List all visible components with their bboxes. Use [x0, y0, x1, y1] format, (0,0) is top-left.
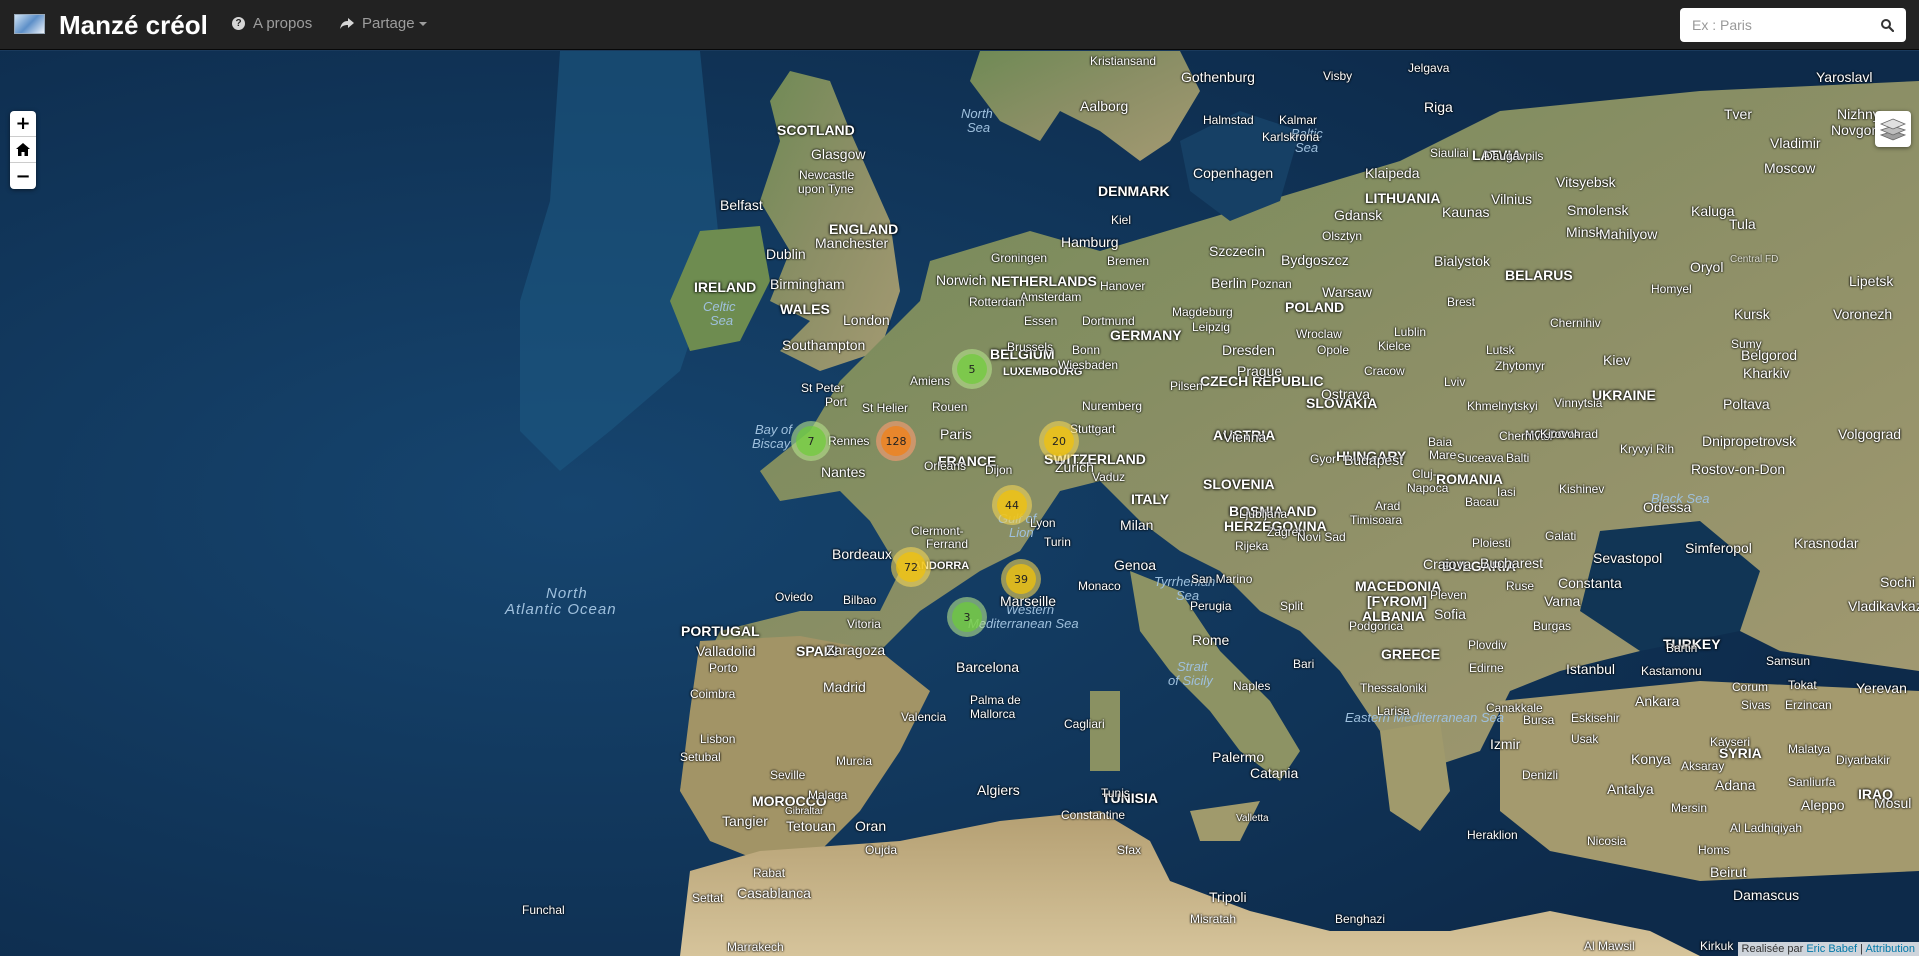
zoom-in-button[interactable]: + [10, 111, 36, 137]
search-button[interactable] [1870, 9, 1904, 41]
app-title[interactable]: Manzé créol [59, 10, 208, 41]
home-button[interactable] [10, 137, 36, 163]
cluster-count: 39 [1006, 564, 1036, 594]
author-link[interactable]: Eric Babef [1806, 943, 1857, 955]
attribution-prefix: Realisée par [1741, 943, 1804, 955]
cluster-count: 3 [952, 602, 982, 632]
marker-cluster[interactable]: 72 [891, 547, 931, 587]
cluster-count: 20 [1044, 426, 1074, 456]
search-box [1680, 8, 1906, 42]
nav-share-dropdown[interactable]: Partage [340, 15, 427, 32]
nav-about-label: A propos [253, 15, 313, 32]
marker-cluster[interactable]: 3 [947, 597, 987, 637]
layers-icon [1880, 118, 1906, 141]
question-circle-icon: ? [232, 17, 245, 30]
marker-cluster[interactable]: 39 [1001, 559, 1041, 599]
cluster-count: 7 [796, 426, 826, 456]
cluster-count: 5 [957, 354, 987, 384]
map-view[interactable]: SCOTLAND ENGLAND IRELAND WALES DENMARK N… [0, 51, 1919, 956]
marker-cluster[interactable]: 5 [952, 349, 992, 389]
zoom-out-button[interactable]: − [10, 163, 36, 189]
marker-cluster[interactable]: 7 [791, 421, 831, 461]
satellite-basemap [0, 51, 1919, 956]
cluster-count: 44 [997, 490, 1027, 520]
cluster-count: 72 [896, 552, 926, 582]
nav-about[interactable]: ? A propos [232, 15, 312, 32]
search-input[interactable] [1680, 9, 1870, 41]
layers-button[interactable] [1875, 111, 1911, 147]
marker-cluster[interactable]: 128 [876, 421, 916, 461]
search-icon [1880, 18, 1894, 32]
navbar: Manzé créol ? A propos Partage [0, 0, 1919, 50]
share-arrow-icon [340, 17, 354, 29]
marker-cluster[interactable]: 44 [992, 485, 1032, 525]
home-icon [16, 143, 30, 156]
marker-cluster[interactable]: 20 [1039, 421, 1079, 461]
attribution-bar: Realisée par Eric Babef | Attribution [1737, 942, 1919, 956]
brand-logo[interactable] [14, 14, 45, 34]
cluster-count: 128 [881, 426, 911, 456]
nav-share-label: Partage [362, 15, 415, 32]
zoom-control: + − [10, 111, 36, 189]
attribution-separator: | [1860, 943, 1864, 955]
attribution-link[interactable]: Attribution [1865, 943, 1915, 955]
caret-down-icon [418, 21, 427, 26]
